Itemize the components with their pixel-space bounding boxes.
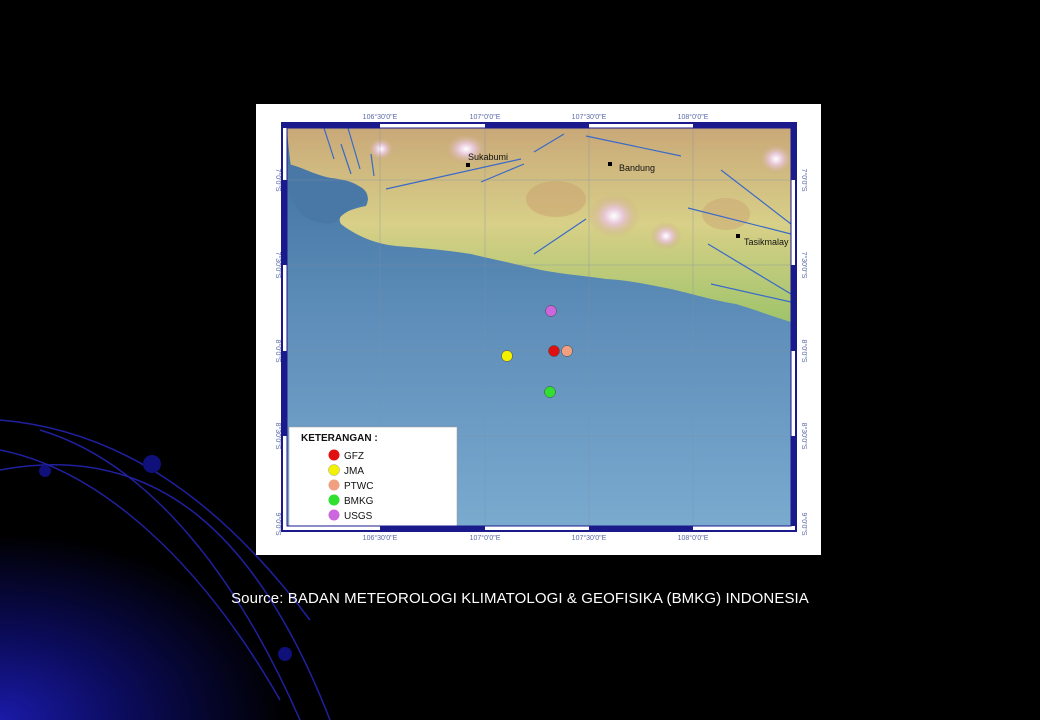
tick-label: 108°0'0"E [678, 534, 709, 542]
legend-item-ptwc: PTWC [328, 479, 373, 492]
tick-label: 107°0'0"E [470, 113, 501, 121]
epicenter-usgs [545, 305, 557, 317]
legend-swatch [328, 509, 340, 521]
tick-label: 7°30'0"S [800, 252, 808, 279]
epicenter-gfz [548, 345, 560, 357]
city-marker [736, 234, 740, 238]
highland [702, 198, 750, 230]
left-tick-labels: 7°0'0"S 7°30'0"S 8°0'0"S 8°30'0"S 9°0'0"… [274, 169, 282, 536]
tick-label: 7°30'0"S [274, 252, 282, 279]
legend-label: PTWC [344, 481, 373, 492]
right-tick-labels: 7°0'0"S 7°30'0"S 8°0'0"S 8°30'0"S 9°0'0"… [800, 169, 808, 536]
decorative-dot [278, 647, 292, 661]
top-tick-labels: 106°30'0"E 107°0'0"E 107°30'0"E 108°0'0"… [363, 113, 709, 121]
map-figure: Sukabumi Bandung Tasikmalay KETERANGAN:… [256, 104, 821, 555]
legend-swatch [328, 479, 340, 491]
tick-label: 107°30'0"E [572, 534, 607, 542]
legend-item-usgs: USGS [328, 509, 373, 522]
epicenter-jma [501, 350, 513, 362]
legend-swatch [328, 449, 340, 461]
legend-swatch [328, 464, 340, 476]
legend-label: USGS [344, 511, 373, 522]
volcano [758, 143, 791, 175]
decorative-dot [39, 465, 51, 477]
bottom-tick-labels: 106°30'0"E 107°0'0"E 107°30'0"E 108°0'0"… [363, 534, 709, 542]
legend-label: JMA [344, 466, 364, 477]
volcano [588, 194, 640, 238]
city-marker [466, 163, 470, 167]
tick-label: 8°30'0"S [274, 423, 282, 450]
legend-item-gfz: GFZ [328, 449, 364, 462]
decorative-dot [143, 455, 161, 473]
tick-label: 106°30'0"E [363, 534, 398, 542]
legend-swatch [328, 494, 340, 506]
city-label: Bandung [619, 163, 655, 173]
volcano [650, 222, 682, 250]
epicenter-ptwc [561, 345, 573, 357]
tick-label: 8°30'0"S [800, 423, 808, 450]
city-marker [608, 162, 612, 166]
legend-item-bmkg: BMKG [328, 494, 374, 507]
city-label: Tasikmalay [744, 237, 789, 247]
legend-label: BMKG [344, 496, 374, 507]
tick-label: 108°0'0"E [678, 113, 709, 121]
tick-label: 7°0'0"S [274, 169, 282, 192]
highland [526, 181, 586, 217]
city-label: Sukabumi [468, 152, 508, 162]
tick-label: 9°0'0"S [274, 513, 282, 536]
tick-label: 9°0'0"S [800, 513, 808, 536]
epicenter-bmkg [544, 386, 556, 398]
tick-label: 8°0'0"S [800, 340, 808, 363]
legend-title: KETERANGAN : [301, 433, 378, 444]
tick-label: 107°30'0"E [572, 113, 607, 121]
tick-label: 8°0'0"S [274, 340, 282, 363]
legend-item-jma: JMA [328, 464, 364, 477]
map-svg: Sukabumi Bandung Tasikmalay KETERANGAN:… [274, 113, 808, 542]
legend-label: GFZ [344, 451, 364, 462]
tick-label: 106°30'0"E [363, 113, 398, 121]
tick-label: 7°0'0"S [800, 169, 808, 192]
source-caption: Source: BADAN METEOROLOGI KLIMATOLOGI & … [231, 590, 809, 607]
tick-label: 107°0'0"E [470, 534, 501, 542]
legend: KETERANGAN : GFZ JMA PTWC BMKG USGS [288, 426, 458, 526]
map-area: Sukabumi Bandung Tasikmalay KETERANGAN:… [287, 128, 791, 526]
